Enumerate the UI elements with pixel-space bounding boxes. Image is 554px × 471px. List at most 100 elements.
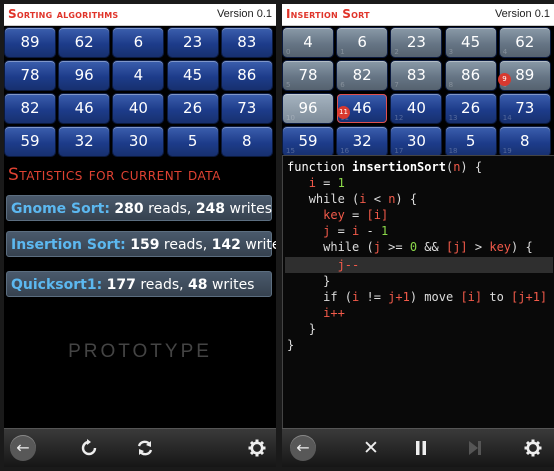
code-token: [i]	[460, 290, 483, 304]
code-line-1: function insertionSort(n) {	[287, 159, 482, 175]
grid-cell: 23	[167, 28, 218, 57]
grid-cell-value: 6	[357, 33, 367, 51]
step-button[interactable]	[462, 435, 488, 461]
grid-cell: 62 4	[499, 28, 550, 57]
code-token: [i]	[366, 208, 389, 222]
grid-cell: 6	[113, 28, 164, 57]
grid-cell-value: 46	[74, 99, 94, 117]
grid-cell: 73 14	[499, 94, 550, 123]
settings-button[interactable]	[520, 435, 546, 461]
grid-cell: 86 8	[445, 61, 496, 90]
grid-cell-value: 89	[515, 66, 535, 84]
grid-cell-index: 15	[286, 147, 295, 155]
grid-cell: 40 12	[391, 94, 442, 123]
code-line-11: }	[287, 321, 316, 337]
grid-cell-value: 82	[352, 66, 372, 84]
code-line-9: if (i != j+1) move [i] to [j+1]	[287, 289, 547, 305]
back-button[interactable]: ←	[290, 435, 316, 461]
stat-writes-label: writes	[229, 201, 273, 217]
code-token: ) {	[511, 240, 533, 254]
grid-cell: 32 16	[337, 127, 388, 156]
grid-cell: 46	[59, 94, 110, 123]
code-line-6: while (j >= 0 && [j] > key) {	[287, 239, 533, 255]
code-token: i	[359, 192, 367, 206]
title-bar: Insertion Sort Version 0.1	[282, 4, 554, 26]
back-button[interactable]: ←	[10, 435, 36, 461]
grid-cell: 82 6	[337, 61, 388, 90]
grid-cell: 4	[113, 61, 164, 90]
refresh-button[interactable]	[76, 435, 102, 461]
grid-cell-value: 59	[298, 132, 318, 150]
grid-cell-value: 5	[187, 132, 198, 150]
grid-cell: 8 19	[499, 127, 550, 156]
version-label: Version 0.1	[216, 8, 272, 20]
code-token: key	[489, 240, 512, 254]
grid-cell-index: 17	[394, 147, 404, 155]
grid-cell-value: 89	[20, 33, 40, 51]
grid-cell: 45	[167, 61, 218, 90]
grid-cell-value: 78	[20, 66, 40, 84]
grid-cell: 40	[113, 94, 164, 123]
grid-cell-index: 5	[286, 81, 291, 89]
grid-cell: 86	[221, 61, 272, 90]
data-grid: 4061232453624785826837868899961046114012…	[282, 27, 554, 159]
code-line-3: while (i < n) {	[287, 191, 417, 207]
settings-button[interactable]	[244, 435, 270, 461]
stat-gnome-sort[interactable]: Gnome Sort: 280 reads, 248 writes	[6, 195, 272, 221]
grid-cell-value: 5	[465, 132, 476, 150]
grid-cell-value: 83	[406, 66, 426, 84]
stat-reads-label: reads,	[163, 237, 208, 253]
grid-cell-index: 3	[448, 48, 454, 56]
grid-cell: 78	[5, 61, 55, 90]
grid-cell-value: 8	[520, 132, 530, 150]
stat-reads-label: reads,	[148, 201, 192, 217]
stat-reads: 280	[114, 201, 144, 217]
grid-cell: 23 2	[391, 28, 442, 57]
grid-cell-value: 78	[298, 66, 318, 84]
stop-button[interactable]: ✕	[358, 435, 384, 461]
grid-cell-index: 2	[394, 48, 399, 56]
stat-writes: 142	[211, 237, 241, 253]
grid-cell-index: 14	[502, 114, 512, 122]
grid-cell-index: 6	[340, 81, 345, 89]
settings-icon	[248, 439, 266, 457]
code-token: function	[287, 160, 353, 174]
title-bar: Sorting algorithms Version 0.1	[4, 4, 276, 26]
code-token: while (	[308, 192, 360, 206]
code-token: =	[344, 208, 367, 222]
stat-quicksort1[interactable]: Quicksort1: 177 reads, 48 writes	[6, 271, 272, 297]
code-token: >	[467, 240, 490, 254]
pause-button[interactable]	[408, 435, 434, 461]
code-token: i++	[323, 306, 345, 320]
code-line-10: i++	[287, 305, 345, 321]
grid-cell-index: 1	[340, 48, 345, 56]
grid-cell: 96	[59, 61, 110, 90]
grid-cell: 30 17	[391, 127, 442, 156]
grid-cell-index: 8	[448, 81, 454, 89]
code-token: j--	[337, 258, 360, 272]
stat-name: Gnome Sort:	[11, 201, 110, 217]
shuffle-button[interactable]	[132, 435, 158, 461]
grid-cell: 73	[221, 94, 272, 123]
code-token: =	[315, 176, 338, 190]
grid-cell: 62	[59, 28, 110, 57]
grid-cell-value: 62	[74, 33, 94, 51]
stat-insertion-sort[interactable]: Insertion Sort: 159 reads, 142 writes	[6, 231, 276, 257]
prototype-watermark: PROTOTYPE	[68, 341, 212, 362]
stat-writes: 48	[188, 277, 208, 293]
grid-cell-value: 30	[128, 132, 148, 150]
grid-cell: 82	[5, 94, 55, 123]
grid-cell: 59	[5, 127, 55, 156]
code-token: 1	[380, 224, 389, 238]
grid-cell-value: 4	[303, 33, 313, 51]
grid-cell-value: 96	[74, 66, 94, 84]
grid-cell-index: 18	[448, 147, 458, 155]
grid-cell-value: 62	[515, 33, 535, 51]
grid-cell: 8	[221, 127, 272, 156]
grid-cell: 78 5	[283, 61, 333, 90]
grid-cell-index: 12	[394, 114, 404, 122]
code-line-2: i = 1	[287, 175, 345, 191]
grid-cell: 5	[167, 127, 218, 156]
app-title: Sorting algorithms	[8, 7, 119, 21]
step-icon	[469, 441, 481, 455]
